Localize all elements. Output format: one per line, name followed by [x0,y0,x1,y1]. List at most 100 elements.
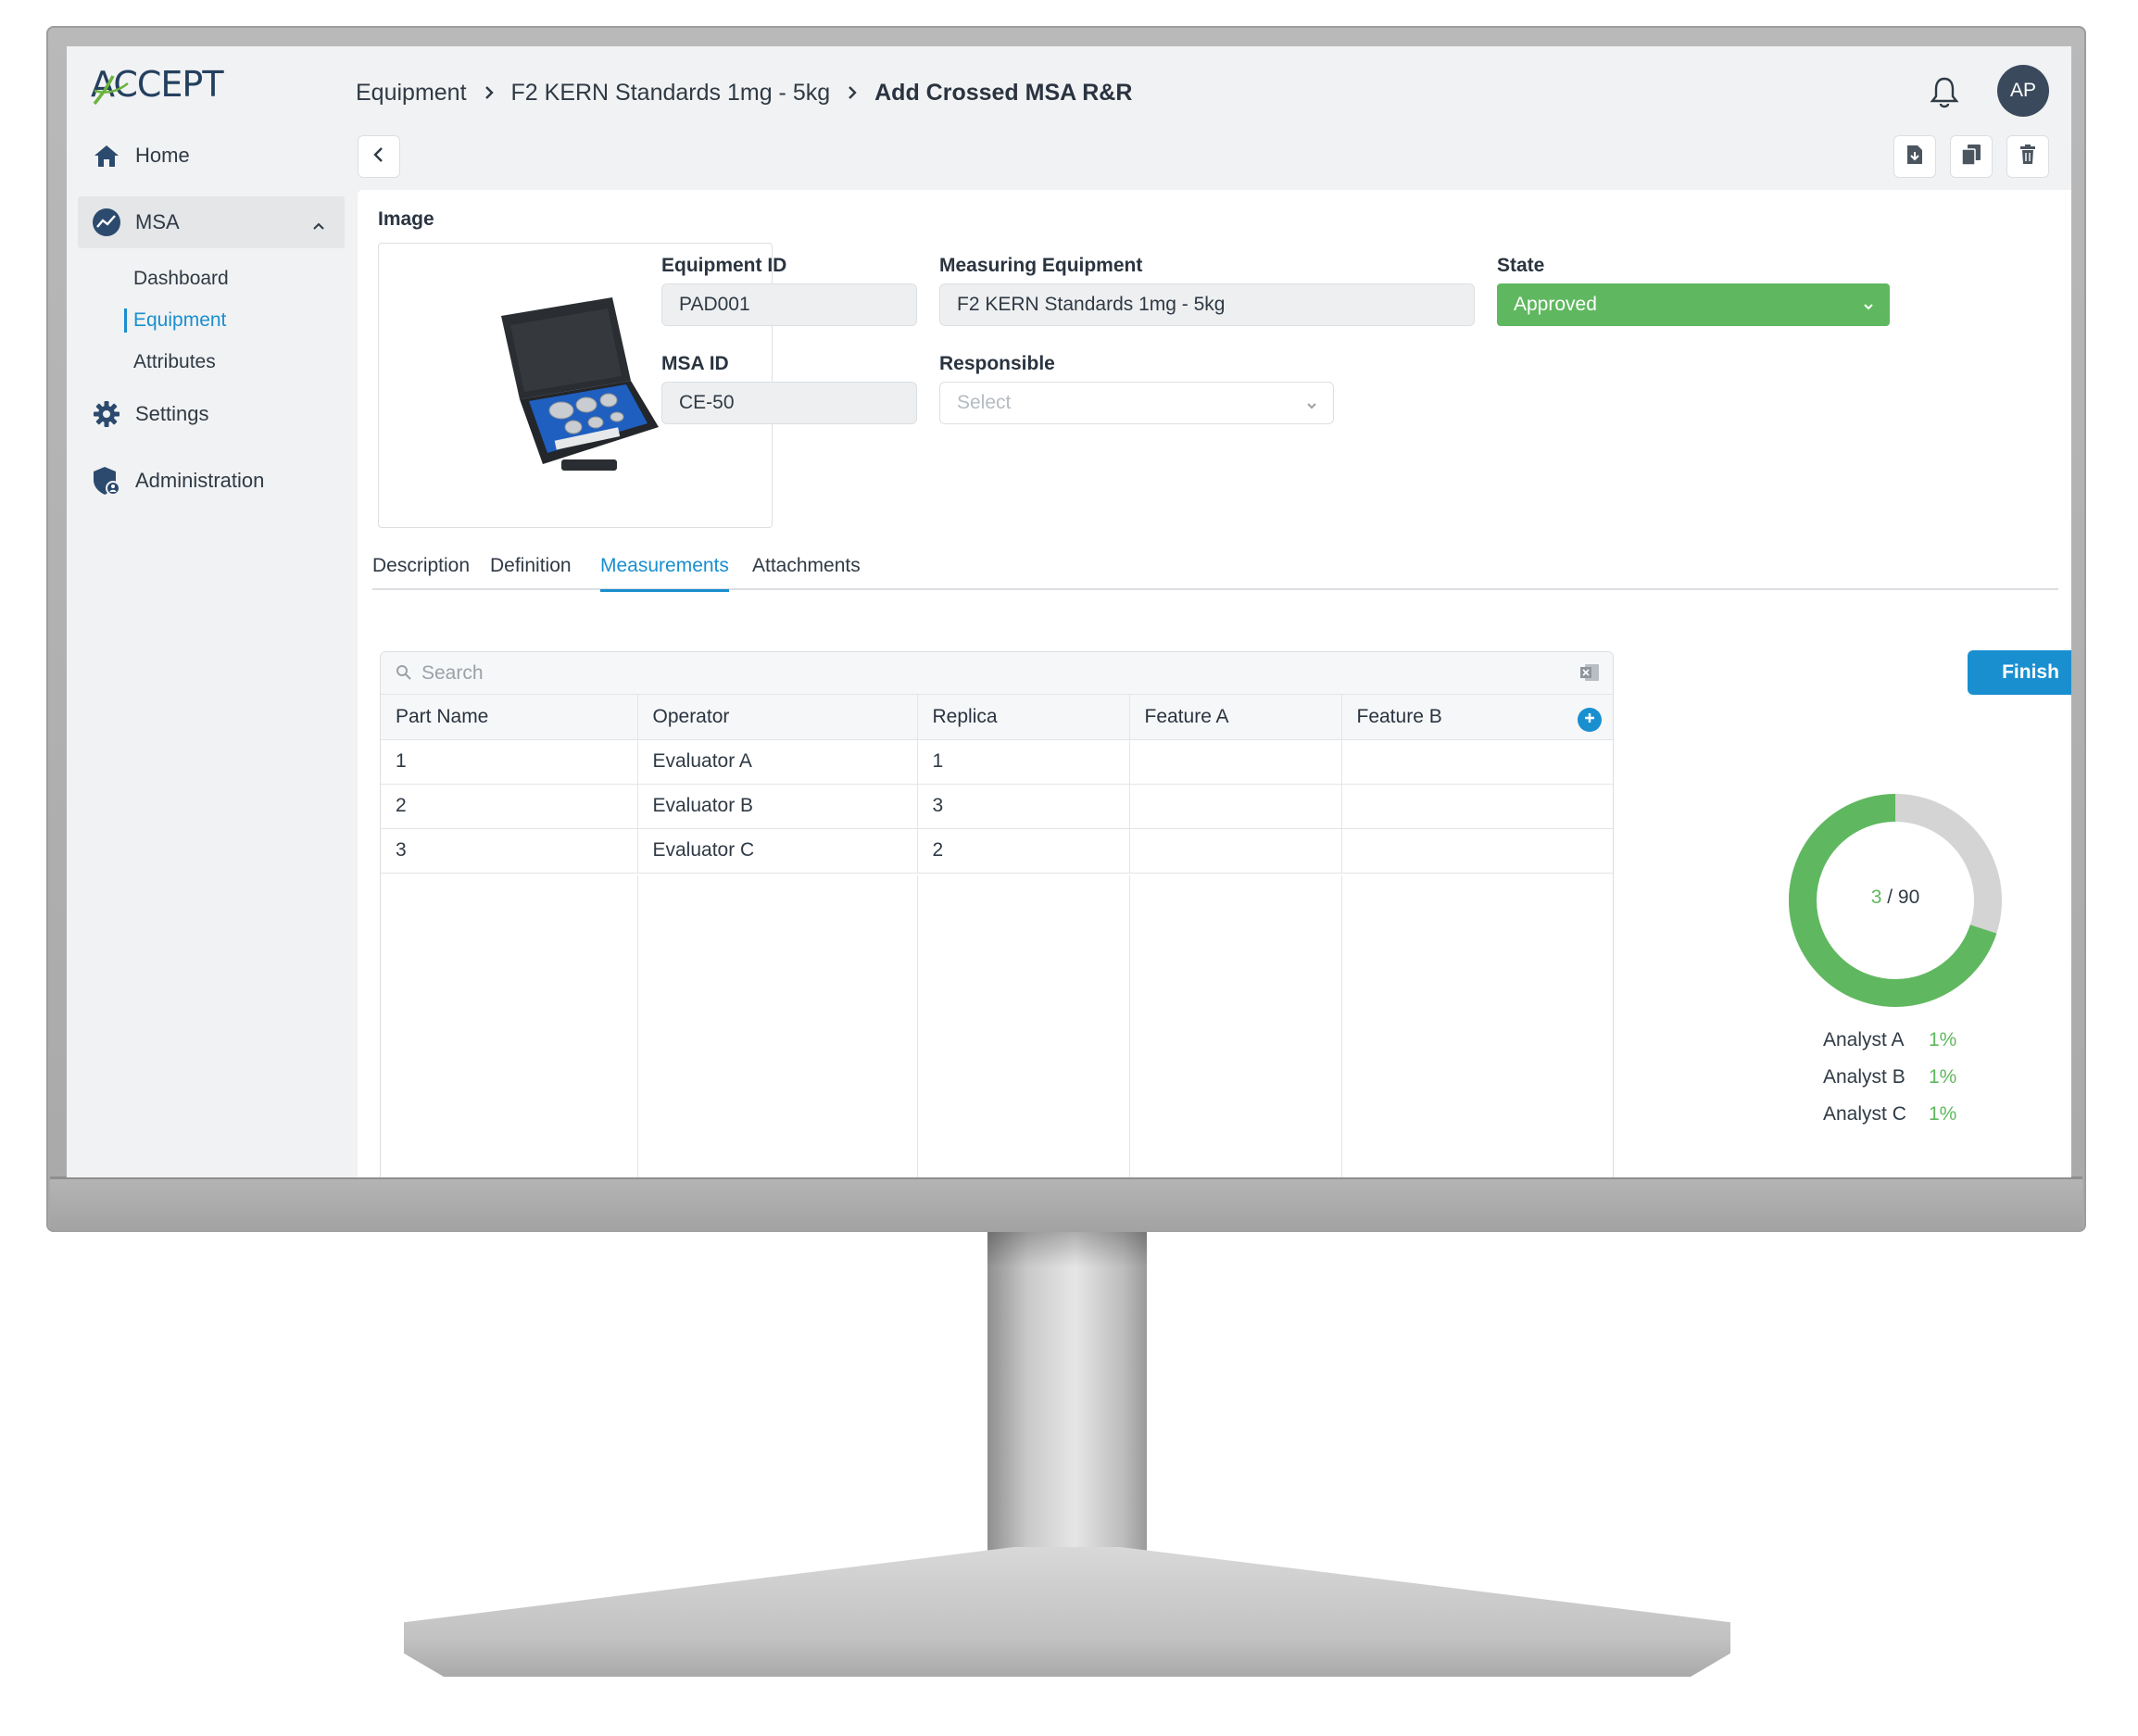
sidebar-item-settings[interactable]: Settings [67,388,345,440]
breadcrumb-equipment[interactable]: Equipment [356,80,467,107]
sidebar-subitem-attributes[interactable]: Attributes [67,341,345,383]
responsible-select[interactable]: Select [939,382,1334,424]
tab-definition[interactable]: Definition [490,555,572,588]
image-label: Image [378,208,434,230]
column-header[interactable]: Operator [637,695,918,740]
column-header[interactable]: Replica [917,695,1130,740]
table-search-bar [381,652,1613,695]
responsible-placeholder: Select [957,392,1012,413]
analyst-row: Analyst A 1% [1823,1029,2027,1051]
measuring-equipment-field[interactable]: F2 KERN Standards 1mg - 5kg [939,283,1475,326]
app-screen: ACCEPT Home MSA Dashboard Equipment Attr… [67,46,2071,1177]
excel-export-icon[interactable] [1579,663,1600,686]
analyst-percent: 1% [1929,1066,1957,1088]
tab-measurements[interactable]: Measurements [600,555,729,592]
msa-chart-icon [91,207,122,238]
sidebar: Home MSA Dashboard Equipment Attributes [67,130,345,507]
back-button[interactable] [358,135,400,178]
sidebar-item-label: MSA [135,210,180,233]
content-card: Image Equipment ID PAD001 Measuring Equi… [358,190,2071,1177]
trash-icon [2019,144,2036,170]
delete-button[interactable] [2006,135,2049,178]
shield-user-icon [91,465,122,497]
chevron-right-icon [484,84,495,101]
sidebar-item-home[interactable]: Home [67,130,345,182]
table-header-row: Part Name Operator Replica Feature A Fea… [381,695,1613,740]
logo-swoosh-icon [93,75,129,106]
table-cell[interactable] [1341,784,1613,829]
equipment-id-label: Equipment ID [661,255,787,276]
finish-button[interactable]: Finish [1968,650,2071,695]
download-button[interactable] [1893,135,1936,178]
breadcrumb-equipment-item[interactable]: F2 KERN Standards 1mg - 5kg [511,80,831,107]
measuring-equipment-label: Measuring Equipment [939,255,1143,276]
progress-counter: 3 / 90 [1784,887,2006,909]
monitor-stand-shadow [987,1230,1147,1267]
copy-button[interactable] [1950,135,1993,178]
sidebar-item-label: Administration [135,469,265,492]
column-header[interactable]: Part Name [381,695,638,740]
breadcrumb-current: Add Crossed MSA R&R [874,79,1133,106]
chevron-down-icon [1305,396,1318,418]
table-cell[interactable]: Evaluator B [637,784,918,829]
chevron-down-icon [1862,296,1875,319]
bell-icon[interactable] [1929,76,1966,113]
column-header[interactable]: Feature B [1341,695,1613,740]
responsible-label: Responsible [939,353,1055,374]
user-avatar[interactable]: AP [1997,65,2049,117]
sidebar-subitem-equipment[interactable]: Equipment [67,299,345,341]
table-cell[interactable] [1129,784,1342,829]
table-cell[interactable]: 1 [381,739,638,785]
equipment-id-field[interactable]: PAD001 [661,283,917,326]
chevron-left-icon [372,145,385,169]
table-row[interactable]: 3 Evaluator C 2 [381,828,1613,874]
msa-id-label: MSA ID [661,353,729,374]
progress-done: 3 [1870,887,1882,908]
file-download-icon [1905,144,1924,170]
analyst-percent: 1% [1929,1103,1957,1125]
table-cell[interactable]: Evaluator A [637,739,918,785]
analyst-name: Analyst B [1823,1066,1905,1088]
weights-case-image [501,297,659,471]
empty-grid-area [381,875,1613,1177]
state-select[interactable]: Approved [1497,283,1890,326]
accept-logo[interactable]: ACCEPT [91,63,230,106]
search-input[interactable] [421,660,1533,687]
tab-description[interactable]: Description [372,555,470,588]
home-icon [91,140,122,171]
add-column-button[interactable] [1578,708,1602,732]
table-cell[interactable]: 3 [917,784,1130,829]
table-cell[interactable]: 3 [381,828,638,874]
sidebar-subitem-dashboard[interactable]: Dashboard [67,258,345,299]
table-cell[interactable] [1341,828,1613,874]
breadcrumb: Equipment F2 KERN Standards 1mg - 5kg Ad… [356,74,1132,111]
table-cell[interactable]: Evaluator C [637,828,918,874]
table-cell[interactable]: 1 [917,739,1130,785]
monitor-stand-base [404,1547,1730,1677]
table-row[interactable]: 1 Evaluator A 1 [381,739,1613,785]
analyst-row: Analyst B 1% [1823,1066,2027,1088]
sidebar-item-label: Settings [135,402,209,425]
table-cell[interactable] [1129,828,1342,874]
data-grid: Part Name Operator Replica Feature A Fea… [381,695,1613,874]
gear-icon [91,398,122,430]
analyst-row: Analyst C 1% [1823,1103,2027,1126]
analyst-name: Analyst A [1823,1029,1905,1050]
plus-icon [1583,711,1596,729]
tab-attachments[interactable]: Attachments [752,555,861,588]
search-icon [396,664,412,686]
table-row[interactable]: 2 Evaluator B 3 [381,784,1613,829]
table-cell[interactable]: 2 [917,828,1130,874]
table-cell[interactable]: 2 [381,784,638,829]
msa-id-field[interactable]: CE-50 [661,382,917,424]
sidebar-item-label: Home [135,144,190,167]
state-value: Approved [1514,294,1597,315]
analyst-name: Analyst C [1823,1103,1906,1125]
table-cell[interactable] [1341,739,1613,785]
sidebar-item-administration[interactable]: Administration [67,455,345,507]
chevron-up-icon[interactable] [311,213,326,237]
table-cell[interactable] [1129,739,1342,785]
sidebar-item-msa[interactable]: MSA [78,196,345,248]
column-header[interactable]: Feature A [1129,695,1342,740]
copy-icon [1961,144,1981,170]
